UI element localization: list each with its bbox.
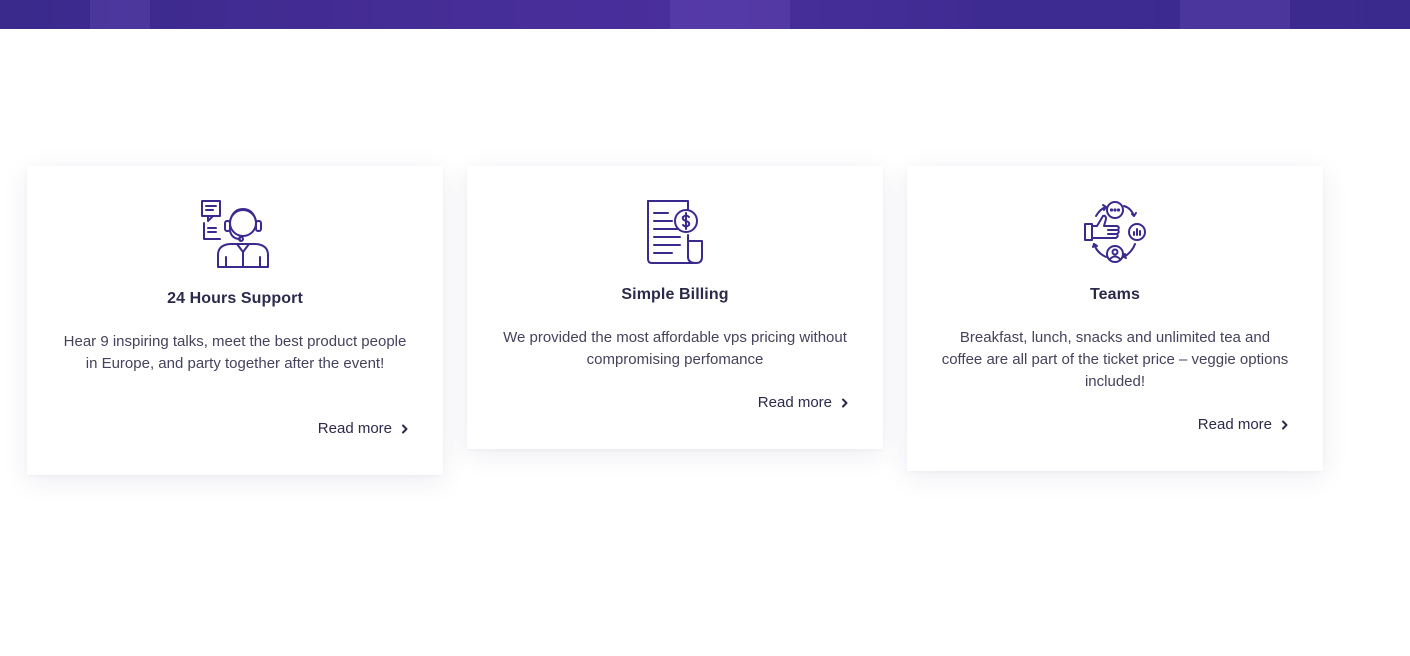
card-description: We provided the most affordable vps pric… (503, 329, 847, 368)
banner-decoration (670, 0, 790, 29)
card-description: Breakfast, lunch, snacks and unlimited t… (941, 329, 1289, 390)
banner-decoration (1180, 0, 1290, 29)
feature-card-billing: Simple Billing We provided the most affo… (467, 166, 883, 449)
read-more-link[interactable]: Read more (758, 394, 849, 411)
read-more-label: Read more (317, 420, 392, 437)
card-title: 24 Hours Support (167, 290, 303, 307)
chevron-right-icon (1282, 420, 1288, 429)
read-more-label: Read more (1197, 416, 1272, 433)
top-banner (0, 0, 1410, 29)
chevron-right-icon (402, 424, 408, 433)
card-title: Teams (1089, 286, 1140, 303)
billing-invoice-icon (644, 199, 706, 265)
chevron-right-icon (842, 398, 848, 407)
card-description: Hear 9 inspiring talks, meet the best pr… (63, 333, 407, 372)
customer-support-icon (200, 199, 270, 269)
feature-card-support: 24 Hours Support Hear 9 inspiring talks,… (27, 166, 443, 475)
feature-card-teams: Teams Breakfast, lunch, snacks and unlim… (907, 166, 1323, 471)
card-title: Simple Billing (621, 286, 729, 303)
teams-feedback-icon (1083, 200, 1147, 264)
read-more-link[interactable]: Read more (1198, 416, 1289, 433)
read-more-label: Read more (757, 394, 832, 411)
read-more-link[interactable]: Read more (318, 420, 409, 437)
banner-decoration (90, 0, 150, 29)
